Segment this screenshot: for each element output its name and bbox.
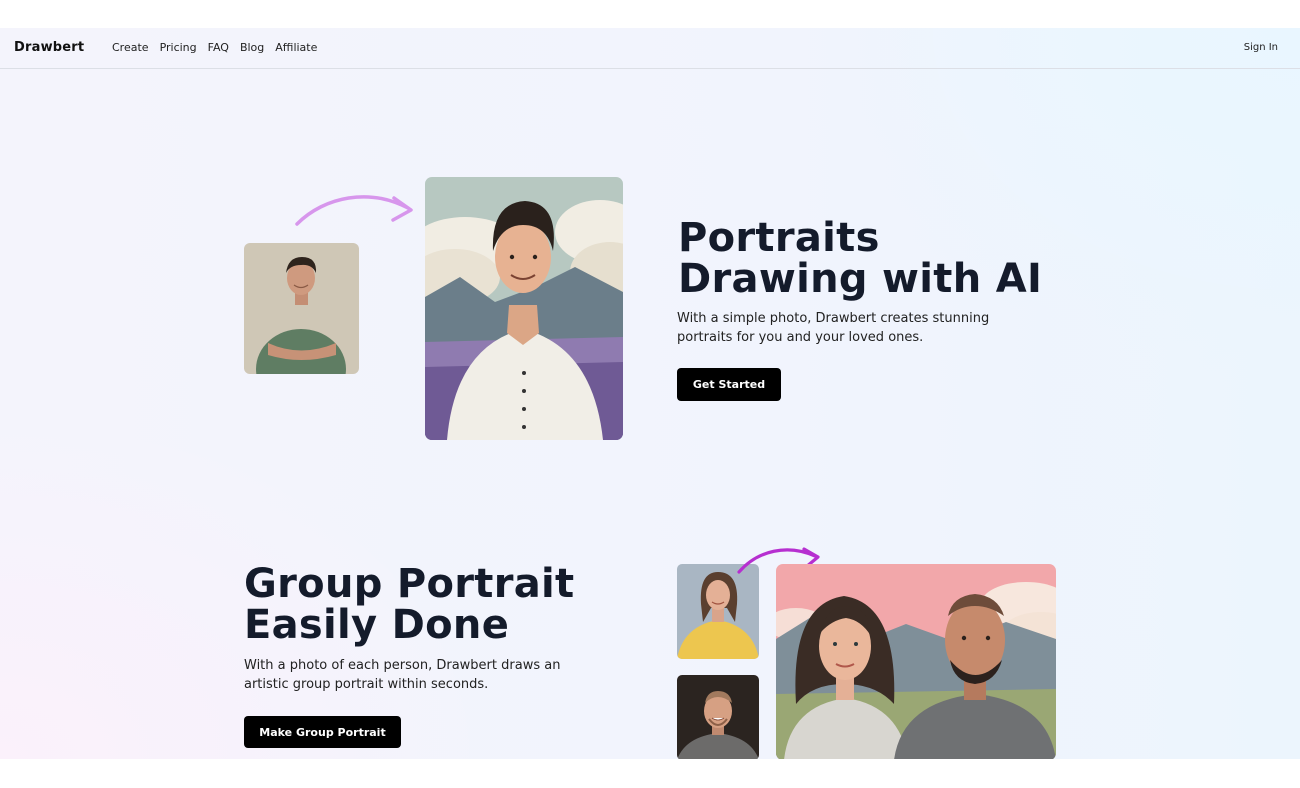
- group-title: Group Portrait Easily Done: [244, 564, 574, 646]
- brand-logo[interactable]: Drawbert: [14, 40, 84, 55]
- page-viewport: Drawbert Create Pricing FAQ Blog Affilia…: [0, 28, 1300, 759]
- hero-title-line-2: Drawing with AI: [678, 256, 1043, 302]
- source-photo: [244, 243, 359, 374]
- hero-title-line-1: Portraits: [678, 215, 880, 261]
- nav-links: Create Pricing FAQ Blog Affiliate: [112, 41, 317, 54]
- make-group-portrait-button[interactable]: Make Group Portrait: [244, 716, 401, 748]
- top-navbar: Drawbert Create Pricing FAQ Blog Affilia…: [0, 28, 1300, 69]
- group-description-line-1: With a photo of each person, Drawbert dr…: [244, 658, 561, 673]
- hero-description-line-1: With a simple photo, Drawbert creates st…: [677, 311, 990, 326]
- hero-description-line-2: portraits for you and your loved ones.: [677, 330, 924, 345]
- hero-title: Portraits Drawing with AI: [678, 218, 1042, 300]
- sign-in-link[interactable]: Sign In: [1244, 42, 1278, 53]
- get-started-button[interactable]: Get Started: [677, 368, 781, 401]
- nav-link-pricing[interactable]: Pricing: [160, 41, 197, 54]
- group-source-photo-woman: [677, 564, 759, 659]
- group-title-line-2: Easily Done: [244, 602, 510, 648]
- ai-portrait: [425, 177, 623, 440]
- ai-group-portrait: [776, 564, 1056, 759]
- nav-link-create[interactable]: Create: [112, 41, 149, 54]
- group-description: With a photo of each person, Drawbert dr…: [244, 656, 560, 694]
- nav-link-faq[interactable]: FAQ: [208, 41, 229, 54]
- curved-arrow-icon: [295, 195, 413, 226]
- hero-description: With a simple photo, Drawbert creates st…: [677, 309, 989, 347]
- nav-link-affiliate[interactable]: Affiliate: [275, 41, 317, 54]
- group-title-line-1: Group Portrait: [244, 561, 575, 607]
- group-description-line-2: artistic group portrait within seconds.: [244, 677, 489, 692]
- group-source-photo-man: [677, 675, 759, 759]
- nav-link-blog[interactable]: Blog: [240, 41, 264, 54]
